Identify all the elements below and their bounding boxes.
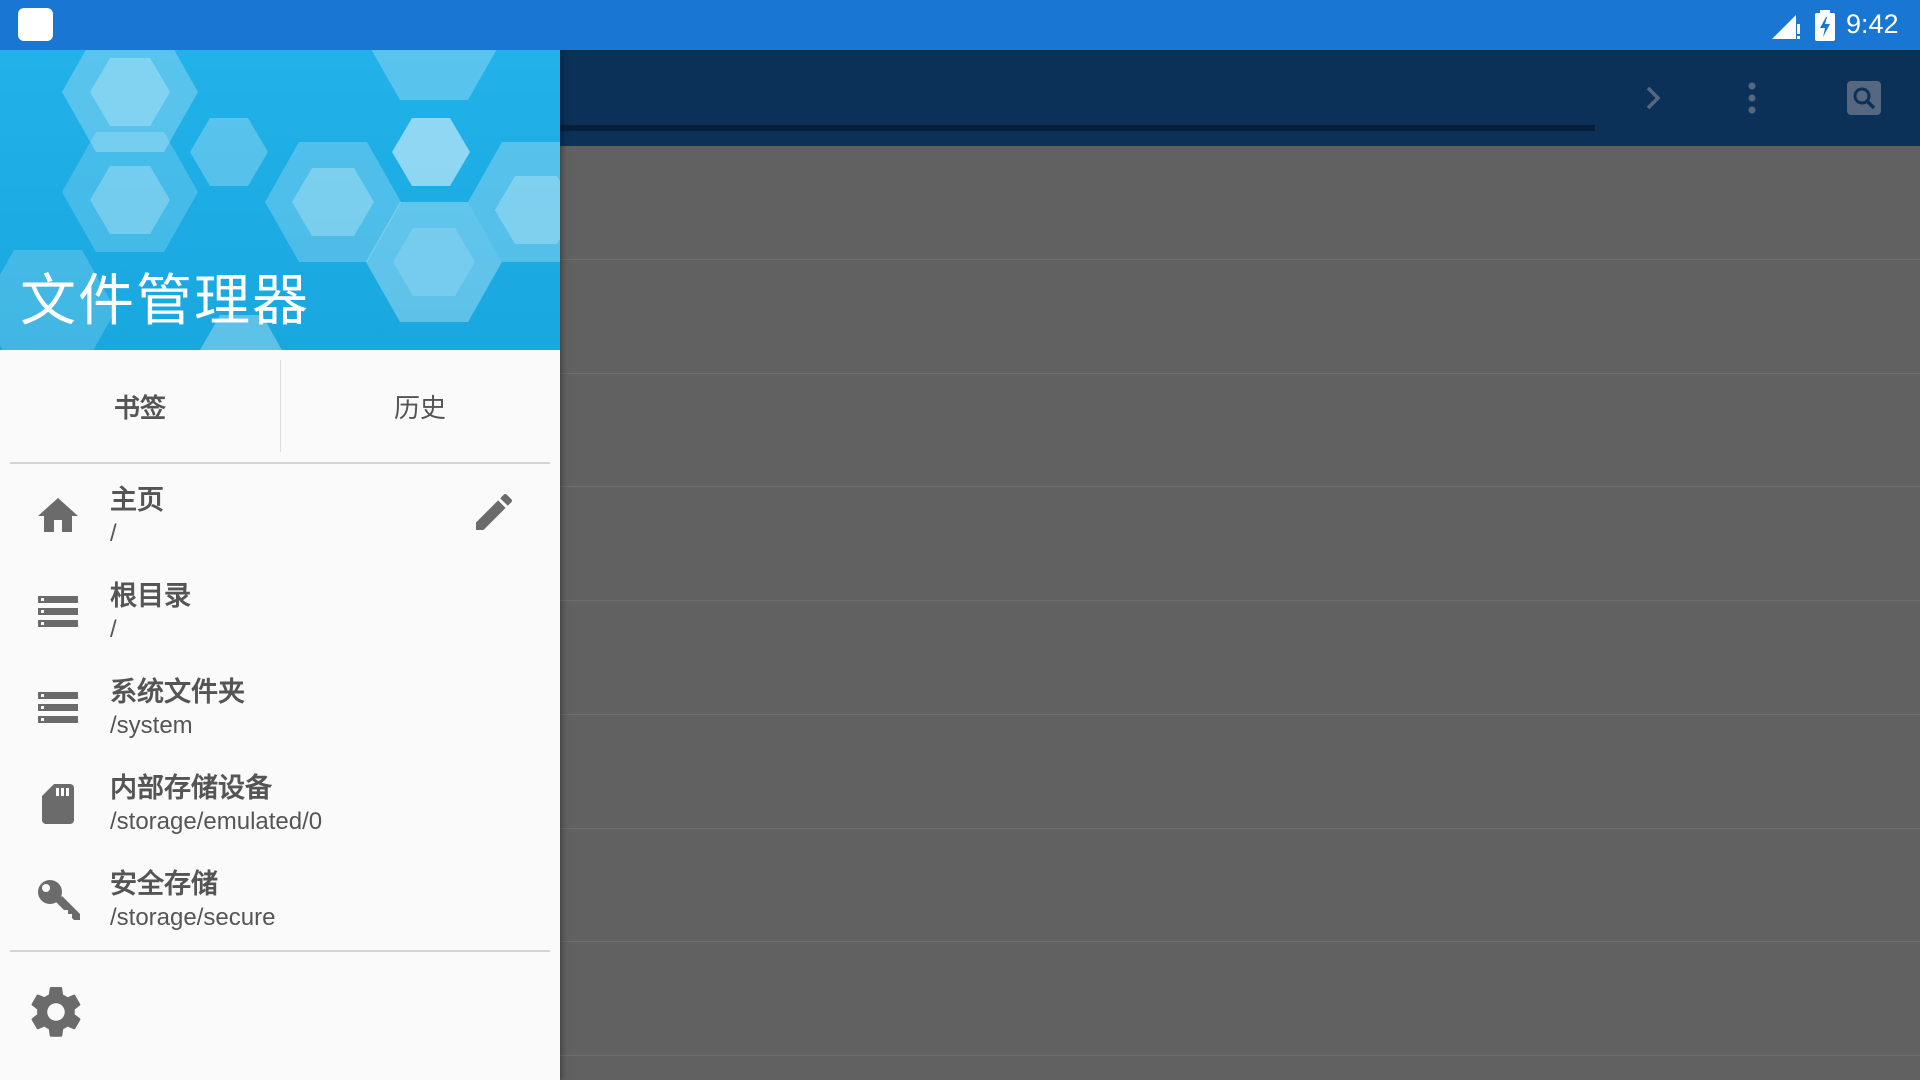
- sd-card-icon: [42, 784, 74, 824]
- list-divider: [560, 259, 1920, 260]
- list-divider: [560, 714, 1920, 715]
- tab-history[interactable]: 历史: [280, 350, 560, 462]
- drawer-tabs: 书签 历史: [0, 350, 560, 462]
- list-divider: [560, 600, 1920, 601]
- bookmark-path: /system: [110, 712, 193, 739]
- app-notification-icon: [18, 8, 53, 41]
- bookmark-title: 安全存储: [110, 869, 218, 900]
- bookmark-root[interactable]: 根目录 /: [0, 564, 560, 660]
- bookmark-title: 系统文件夹: [110, 677, 245, 708]
- more-vert-icon[interactable]: [1736, 80, 1768, 116]
- clock: 9:42: [1846, 9, 1899, 39]
- gear-icon[interactable]: [26, 982, 86, 1042]
- bookmark-title: 主页: [110, 485, 164, 516]
- list-divider: [560, 373, 1920, 374]
- drawer-header: 文件管理器: [0, 50, 560, 350]
- bookmark-path: /: [110, 520, 117, 547]
- search-icon[interactable]: [1846, 80, 1882, 116]
- divider: [10, 950, 550, 952]
- list-divider: [560, 486, 1920, 487]
- storage-icon: [38, 596, 78, 627]
- divider: [10, 462, 550, 464]
- bookmark-path: /storage/emulated/0: [110, 808, 323, 835]
- path-bar: [560, 125, 1595, 131]
- bookmark-home[interactable]: 主页 /: [0, 468, 560, 564]
- pencil-icon[interactable]: [470, 488, 518, 536]
- tab-bookmarks[interactable]: 书签: [0, 350, 280, 462]
- bookmark-internal-storage[interactable]: 内部存储设备 /storage/emulated/0: [0, 756, 560, 852]
- list-divider: [560, 941, 1920, 942]
- key-icon: [38, 880, 80, 920]
- battery-charging-icon: [1815, 10, 1835, 41]
- storage-icon: [38, 692, 78, 723]
- list-divider: [560, 1055, 1920, 1056]
- list-divider: [560, 828, 1920, 829]
- bookmark-path: /: [110, 616, 117, 643]
- bookmark-title: 根目录: [110, 581, 191, 612]
- chevron-right-icon[interactable]: [1640, 80, 1668, 116]
- status-bar: 9:42: [0, 0, 1920, 50]
- bookmark-system[interactable]: 系统文件夹 /system: [0, 660, 560, 756]
- signal-icon: [1772, 15, 1800, 39]
- navigation-drawer: 文件管理器 书签 历史 主页 / 根目录 / 系统文件夹 /system 内部存…: [0, 50, 560, 1080]
- home-icon: [38, 498, 78, 532]
- drawer-title: 文件管理器: [20, 269, 310, 334]
- bookmark-path: /storage/secure: [110, 904, 276, 931]
- bookmark-secure-storage[interactable]: 安全存储 /storage/secure: [0, 852, 560, 948]
- bookmark-title: 内部存储设备: [110, 773, 272, 804]
